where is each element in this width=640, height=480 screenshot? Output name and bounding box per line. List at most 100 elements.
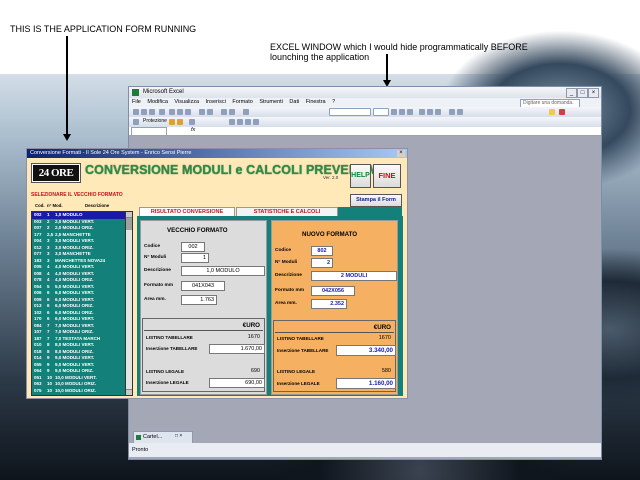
protect-icon[interactable] [169,119,175,125]
menu-inserisci[interactable]: Inserisci [206,99,226,105]
menu-formato[interactable]: Formato [232,99,252,105]
open-icon[interactable] [141,109,147,115]
old-format-title: SELEZIONARE IL VECCHIO FORMATO [31,192,123,198]
old-ins-tab-field[interactable]: 1.670,00 [209,344,265,354]
app-close-icon[interactable]: × [397,150,405,157]
paste-icon[interactable] [185,109,191,115]
new-desc-label: Descrizione [275,273,302,278]
tab-bar-filler [338,207,402,216]
scroll-down-icon[interactable] [126,389,132,395]
new-icon[interactable] [133,109,139,115]
draw-icon[interactable] [229,119,235,125]
redo-icon[interactable] [207,109,213,115]
old-codice-label: Codice [144,244,160,249]
excel-protection-toolbar: Protezione [129,117,601,127]
copy-icon[interactable] [177,109,183,115]
font-size-select[interactable] [373,108,389,116]
old-moduli-field[interactable]: 1 [181,253,209,263]
list-item-cod: 075 [34,387,42,393]
workbook-icon [136,435,141,440]
fill-color-icon[interactable] [549,109,555,115]
old-euro-box: €URO LISTINO TABELLARE 1670 Inserzione T… [142,318,265,392]
status-text: Pronto [132,447,149,453]
new-ins-tab-label: Inserzione TABELLARE [277,348,329,353]
font-select[interactable] [329,108,371,116]
scroll-thumb[interactable] [126,218,132,230]
old-listino-leg-label: LISTINO LEGALE [146,369,185,374]
new-desc-field[interactable]: 2 MODULI [311,271,397,281]
font-color-icon[interactable] [559,109,565,115]
old-listino-tab-label: LISTINO TABELLARE [146,335,193,340]
align-center-icon[interactable] [427,109,433,115]
new-ins-tab-field[interactable]: 3.340,00 [336,345,396,356]
fine-button[interactable]: FINE [373,164,401,188]
sum-icon[interactable] [221,109,227,115]
new-formato-field[interactable]: 042X056 [311,286,355,296]
old-formato-label: Formato mm [144,283,174,288]
list-scrollbar[interactable] [125,211,133,396]
new-format-heading: NUOVO FORMATO [302,231,358,238]
protezione-label[interactable]: Protezione [143,118,167,124]
align-left-icon[interactable] [419,109,425,115]
new-codice-field[interactable]: 802 [311,246,333,256]
new-area-field[interactable]: 2.352 [311,299,347,309]
list-item-nmod: 10 [47,387,53,393]
sole24ore-logo: 24 ORE [31,163,81,183]
restore-icon[interactable]: □ × [175,433,191,440]
list-item[interactable]: 075 10 10,0 MODULI ORIZ. [32,388,126,395]
close-icon[interactable]: × [588,88,599,98]
minimized-workbook-title: Cartel... [143,434,163,440]
menu-file[interactable]: File [132,99,141,105]
menu-finestra[interactable]: Finestra [306,99,326,105]
new-listino-tab-label: LISTINO TABELLARE [277,336,324,341]
maximize-icon[interactable]: □ [577,88,588,98]
save-icon[interactable] [149,109,155,115]
new-format-panel: NUOVO FORMATO Codice 802 N° Moduli 2 Des… [271,220,398,395]
print-icon[interactable] [159,109,165,115]
menu-modifica[interactable]: Modifica [147,99,167,105]
menu-strumenti[interactable]: Strumenti [259,99,283,105]
status-bar: Pronto [129,443,601,457]
old-area-field[interactable]: 1.763 [181,295,217,305]
italic-icon[interactable] [399,109,405,115]
unprotect-icon[interactable] [177,119,183,125]
form-icon[interactable] [189,119,195,125]
new-moduli-field[interactable]: 2 [311,258,333,268]
oval-icon[interactable] [245,119,251,125]
minimize-icon[interactable]: _ [566,88,577,98]
chart-icon[interactable] [243,109,249,115]
old-format-heading: VECCHIO FORMATO [167,227,228,234]
percent-icon[interactable] [457,109,463,115]
excel-title-bar: Microsoft Excel _ □ × [129,87,601,98]
name-box[interactable] [131,127,167,136]
old-desc-field[interactable]: 1,0 MODULO [181,266,265,276]
old-codice-field[interactable]: 002 [181,242,205,252]
help-button[interactable]: HELP [350,164,371,188]
sort-icon[interactable] [229,109,235,115]
old-desc-label: Descrizione [144,268,171,273]
currency-icon[interactable] [449,109,455,115]
new-area-label: Area mm. [275,301,297,306]
format-list[interactable]: 002 1 1,0 MODULO 003 2 2,0 MODULI VERT. 007 2 2,… [31,211,127,396]
fx-icon[interactable]: fx [191,127,195,133]
textbox-icon[interactable] [253,119,259,125]
new-euro-heading: €URO [373,324,391,331]
print-form-button[interactable]: Stampa il Form [350,194,402,207]
align-right-icon[interactable] [435,109,441,115]
undo-icon[interactable] [199,109,205,115]
new-ins-leg-field[interactable]: 1.160,00 [336,378,396,389]
old-ins-tab-label: Inserzione TABELLARE [146,346,198,351]
old-ins-leg-field[interactable]: 690,00 [209,378,265,388]
menu-help[interactable]: ? [332,99,335,105]
app-form-window: Conversione Formati - Il Sole 24 Ore Sys… [26,148,408,399]
menu-visualizza[interactable]: Visualizza [174,99,199,105]
new-listino-tab-value: 1670 [378,335,391,341]
excel-app-icon [132,89,139,96]
old-formato-field[interactable]: 041X043 [181,281,225,291]
menu-dati[interactable]: Dati [289,99,299,105]
rect-icon[interactable] [237,119,243,125]
bold-icon[interactable] [391,109,397,115]
old-moduli-label: N° Moduli [144,255,167,260]
cut-icon[interactable] [169,109,175,115]
underline-icon[interactable] [407,109,413,115]
